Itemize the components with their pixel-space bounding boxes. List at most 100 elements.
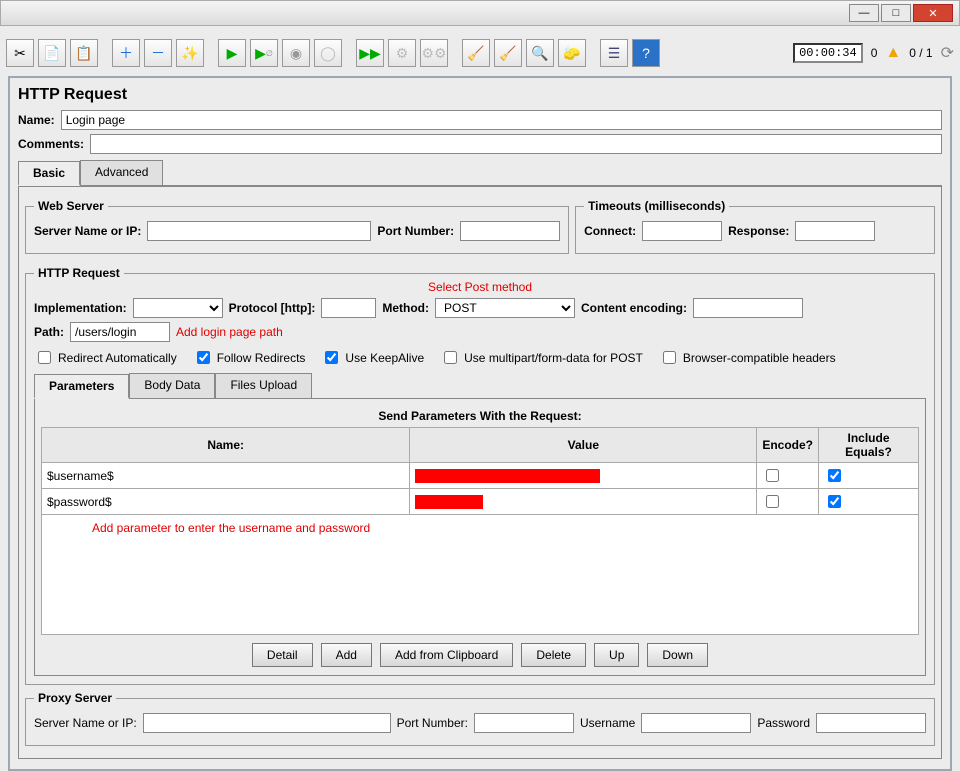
cell-include[interactable] [819,489,919,515]
stop-icon[interactable]: ◉ [282,39,310,67]
enc-label: Content encoding: [581,301,687,315]
port-label: Port Number: [377,224,454,238]
check-multipart[interactable]: Use multipart/form-data for POST [440,348,643,367]
clear2-icon[interactable]: 🧹 [494,39,522,67]
add-button[interactable]: Add [321,643,372,667]
enc-input[interactable] [693,298,803,318]
col-value[interactable]: Value [410,428,757,463]
search-icon[interactable]: 🔍 [526,39,554,67]
tab-body-data[interactable]: Body Data [129,373,215,398]
cell-encode[interactable] [757,463,819,489]
proto-input[interactable] [321,298,376,318]
check-follow-redirects[interactable]: Follow Redirects [193,348,306,367]
remove-icon[interactable]: － [144,39,172,67]
cell-value[interactable] [410,489,757,515]
cell-name[interactable]: $username$ [42,463,410,489]
gears1-icon[interactable]: ⚙ [388,39,416,67]
name-input[interactable] [61,110,942,130]
delete-button[interactable]: Delete [521,643,586,667]
table-row: $username$ [42,463,919,489]
tab-parameters[interactable]: Parameters [34,374,129,399]
wand-icon[interactable]: ✨ [176,39,204,67]
proto-label: Protocol [http]: [229,301,316,315]
proxy-port-input[interactable] [474,713,574,733]
window-titlebar: — □ ✕ [0,0,960,26]
warning-icon: ▲ [885,44,901,62]
proxy-user-label: Username [580,716,635,730]
response-label: Response: [728,224,789,238]
table-row: $password$ [42,489,919,515]
up-button[interactable]: Up [594,643,639,667]
paste-icon[interactable]: 📋 [70,39,98,67]
cell-name[interactable]: $password$ [42,489,410,515]
down-button[interactable]: Down [647,643,708,667]
warning-count: 0 [871,46,878,60]
play-no-pause-icon[interactable]: ▶∅ [250,39,278,67]
gears2-icon[interactable]: ⚙⚙ [420,39,448,67]
server-label: Server Name or IP: [34,224,141,238]
method-label: Method: [382,301,429,315]
path-label: Path: [34,325,64,339]
comments-label: Comments: [18,137,84,151]
copy-icon[interactable]: 📄 [38,39,66,67]
proxy-pass-input[interactable] [816,713,926,733]
col-include[interactable]: Include Equals? [819,428,919,463]
table-empty-area: Add parameter to enter the username and … [41,515,919,635]
check-redirect-auto[interactable]: Redirect Automatically [34,348,177,367]
check-browser-compat[interactable]: Browser-compatible headers [659,348,836,367]
http-legend: HTTP Request [34,266,124,280]
server-input[interactable] [147,221,371,241]
proxy-server-label: Server Name or IP: [34,716,137,730]
proxy-user-input[interactable] [641,713,751,733]
add-icon[interactable]: ＋ [112,39,140,67]
function-icon[interactable]: ☰ [600,39,628,67]
method-select[interactable]: POST [435,298,575,318]
toolbar: ✂ 📄 📋 ＋ － ✨ ▶ ▶∅ ◉ ◯ ▶▶ ⚙ ⚙⚙ 🧹 🧹 🔍 🧽 ☰ ?… [2,36,958,70]
col-name[interactable]: Name: [42,428,410,463]
connect-input[interactable] [642,221,722,241]
tab-basic[interactable]: Basic [18,161,80,186]
anno-param: Add parameter to enter the username and … [92,521,370,535]
cut-icon[interactable]: ✂ [6,39,34,67]
clear1-icon[interactable]: 🧹 [462,39,490,67]
cell-include[interactable] [819,463,919,489]
proxy-port-label: Port Number: [397,716,468,730]
detail-button[interactable]: Detail [252,643,313,667]
response-input[interactable] [795,221,875,241]
close-button[interactable]: ✕ [913,4,953,22]
elapsed-time: 00:00:34 [793,43,863,63]
help-icon[interactable]: ? [632,39,660,67]
impl-select[interactable] [133,298,223,318]
name-label: Name: [18,113,55,127]
port-input[interactable] [460,221,560,241]
proxy-pass-label: Password [757,716,810,730]
path-input[interactable] [70,322,170,342]
shutdown-icon[interactable]: ◯ [314,39,342,67]
thread-count: 0 / 1 [909,46,932,60]
webserver-legend: Web Server [34,199,108,213]
connect-label: Connect: [584,224,636,238]
clear3-icon[interactable]: 🧽 [558,39,586,67]
proxy-server-input[interactable] [143,713,391,733]
impl-label: Implementation: [34,301,127,315]
proxy-legend: Proxy Server [34,691,116,705]
comments-input[interactable] [90,134,942,154]
add-clipboard-button[interactable]: Add from Clipboard [380,643,513,667]
col-encode[interactable]: Encode? [757,428,819,463]
remote-start-icon[interactable]: ▶▶ [356,39,384,67]
page-title: HTTP Request [18,86,942,104]
check-keepalive[interactable]: Use KeepAlive [321,348,424,367]
param-title: Send Parameters With the Request: [41,409,919,423]
tab-advanced[interactable]: Advanced [80,160,163,185]
anno-method: Select Post method [428,280,532,294]
refresh-icon[interactable]: ⟳ [941,43,954,63]
cell-value[interactable] [410,463,757,489]
minimize-button[interactable]: — [849,4,879,22]
cell-encode[interactable] [757,489,819,515]
tab-files-upload[interactable]: Files Upload [215,373,312,398]
parameters-table: Name: Value Encode? Include Equals? $use… [41,427,919,515]
timeouts-legend: Timeouts (milliseconds) [584,199,729,213]
anno-path: Add login page path [176,325,283,339]
maximize-button[interactable]: □ [881,4,911,22]
play-icon[interactable]: ▶ [218,39,246,67]
